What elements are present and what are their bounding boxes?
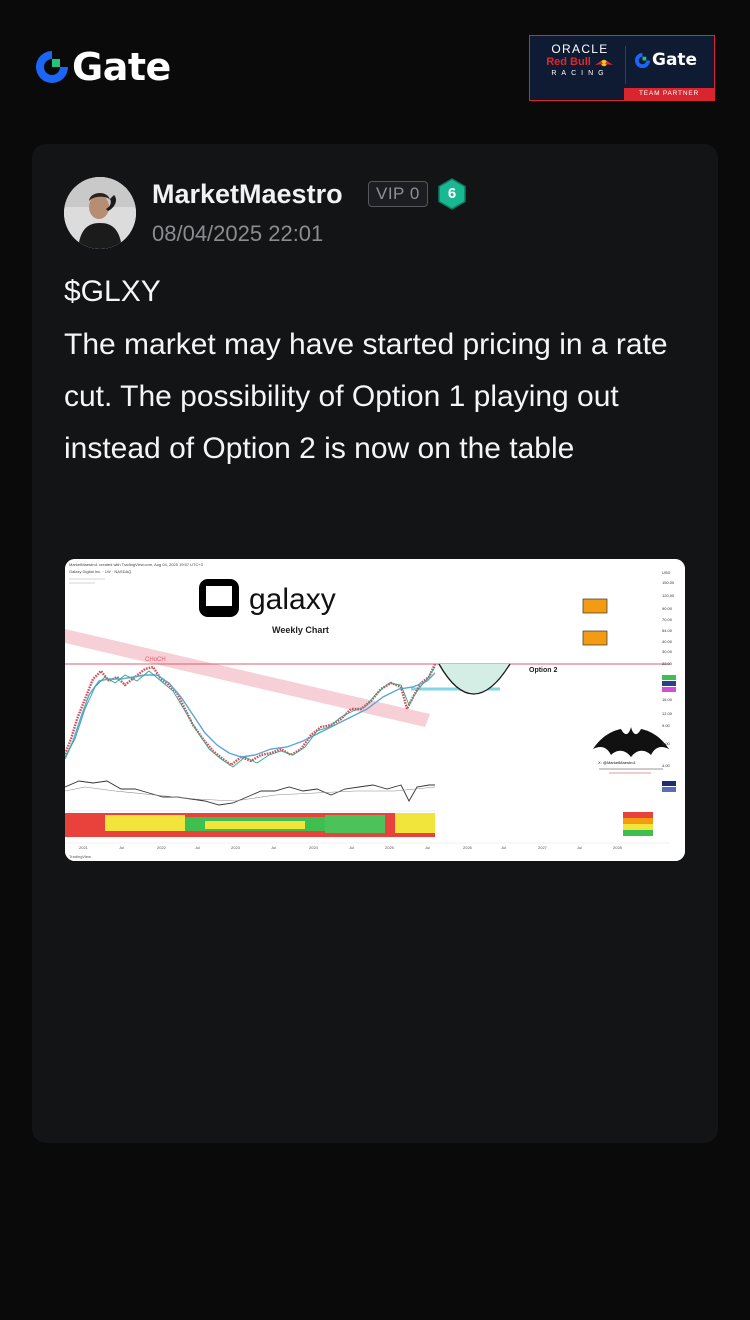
y-tick: 30.00 (662, 649, 673, 654)
level-badge: 6 (437, 178, 467, 210)
choch-label: CHoCH (145, 657, 166, 663)
post-card[interactable]: MarketMaestro VIP 0 6 08/04/2025 22:01 $… (32, 144, 718, 1143)
option-2-label: Option 2 (529, 667, 557, 674)
partner-brand-name: Gate (652, 50, 698, 70)
x-axis: 2021 Jul 2022 Jul 2023 Jul 2024 Jul 2025… (79, 845, 623, 850)
vip-badge: VIP 0 (368, 181, 428, 207)
x-tick: Jul (577, 845, 582, 850)
gate-logo[interactable]: Gate (34, 48, 171, 86)
x-tick: Jul (195, 845, 200, 850)
watermark-label: X: @MarketMaestro1 (598, 760, 637, 765)
post-text: The market may have started pricing in a… (64, 328, 668, 465)
x-tick: Jul (271, 845, 276, 850)
y-tick: 90.00 (662, 606, 673, 611)
post-timestamp: 08/04/2025 22:01 (152, 221, 324, 246)
author-name[interactable]: MarketMaestro (152, 178, 343, 210)
x-tick: 2027 (538, 845, 548, 850)
gate-logo-icon (36, 51, 68, 83)
avatar[interactable] (64, 177, 136, 249)
badge-divider (625, 46, 626, 84)
y-tick: 54.00 (662, 628, 673, 633)
chart-symbol-line: Galaxy Digital Inc. · 1W · NASDAQ (69, 569, 131, 574)
oracle-wordmark: ORACLE (551, 42, 609, 56)
x-tick: Jul (119, 845, 124, 850)
x-tick: 2023 (231, 845, 241, 850)
x-tick: Jul (425, 845, 430, 850)
y-tick: 4.00 (662, 763, 671, 768)
galaxy-logo: galaxy (199, 579, 336, 617)
x-tick: 2024 (309, 845, 319, 850)
red-bull-wordmark: Red Bull (546, 56, 591, 68)
y-tick: 22.00 (662, 661, 673, 666)
y-tick: 150.00 (662, 580, 675, 585)
bull-icon (594, 59, 613, 66)
weekly-chart-label: Weekly Chart (272, 625, 329, 635)
y-tick: 40.00 (662, 639, 673, 644)
team-partner-label: TEAM PARTNER (624, 88, 714, 100)
racing-wordmark: RACING (551, 70, 609, 77)
x-tick: 2026 (463, 845, 473, 850)
chart-header-line: MarketMaestro1 created with TradingView.… (69, 562, 204, 567)
x-tick: 2021 (79, 845, 89, 850)
x-tick: 2025 (385, 845, 395, 850)
x-tick: Jul (501, 845, 506, 850)
x-tick: 2022 (157, 845, 167, 850)
y-tick: 6.00 (662, 741, 671, 746)
level-number: 6 (447, 185, 457, 202)
y-tick: 70.00 (662, 617, 673, 622)
y-tick: USD (662, 570, 671, 575)
y-tick: 16.00 (662, 697, 673, 702)
chart-image-content: MarketMaestro1 created with TradingView.… (65, 559, 685, 861)
y-tick: 9.00 (662, 723, 671, 728)
post-chart-image[interactable]: MarketMaestro1 created with TradingView.… (65, 559, 685, 861)
galaxy-wordmark: galaxy (249, 583, 336, 616)
x-tick: 2028 (613, 845, 623, 850)
y-tick: 120.00 (662, 593, 675, 598)
x-tick: Jul (349, 845, 354, 850)
chart-footer: TradingView (69, 854, 91, 859)
avatar-photo (64, 177, 136, 249)
post-ticker[interactable]: $GLXY (64, 272, 161, 312)
gate-logo-icon (634, 52, 651, 68)
y-tick: 12.00 (662, 711, 673, 716)
brand-name: Gate (72, 45, 171, 89)
team-partner-badge[interactable]: ORACLE Red Bull RACING Gate TEAM PARTNER (529, 35, 715, 101)
